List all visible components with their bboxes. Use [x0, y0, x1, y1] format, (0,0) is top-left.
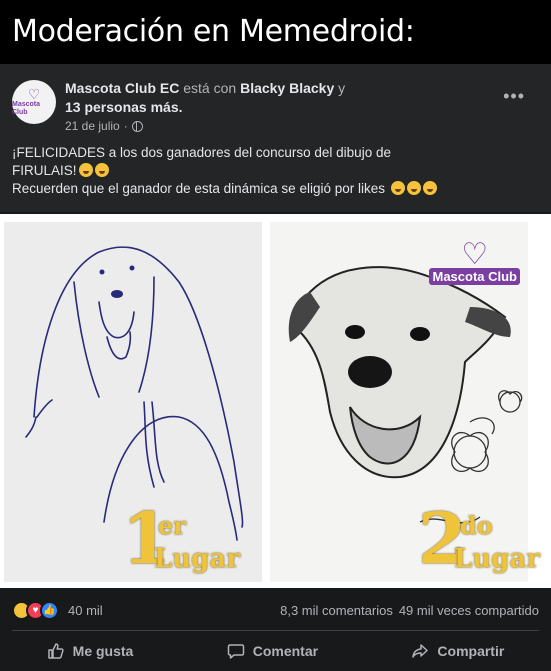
first-place-drawing: 1 er Lugar [4, 222, 262, 582]
comments-count[interactable]: 8,3 mil comentarios [280, 603, 393, 618]
avatar-logo-text: Mascota Club [12, 101, 41, 116]
like-button[interactable]: Me gusta [47, 642, 134, 660]
and-text: y [338, 80, 346, 96]
post-text-line-1: ¡FELICIDADES a los dos ganadores del con… [12, 145, 391, 160]
post-header: ♡ Mascota Club Mascota Club EC está con … [0, 64, 551, 212]
engagement-stats: 8,3 mil comentarios 49 mil veces compart… [280, 603, 539, 618]
facebook-post: ♡ Mascota Club Mascota Club EC está con … [0, 64, 551, 671]
heart-watermark-icon: ♡ [461, 238, 489, 271]
meta-separator: · [123, 119, 128, 133]
post-date[interactable]: 21 de julio [65, 119, 120, 133]
post-meta: 21 de julio · [65, 119, 143, 133]
share-button[interactable]: Compartir [411, 642, 504, 660]
like-reaction-icon: 👍 [40, 600, 59, 620]
second-place-label: Lugar [454, 544, 540, 574]
second-place-suffix: do [460, 511, 493, 540]
share-label: Compartir [437, 643, 505, 659]
comment-label: Comentar [252, 643, 319, 659]
thumbs-up-icon [47, 643, 64, 659]
laughing-emoji-icon [390, 181, 405, 195]
watermark-text: Mascota Club [429, 268, 520, 285]
laughing-emoji-icon [406, 181, 421, 195]
globe-icon [131, 120, 143, 132]
comment-button[interactable]: Comentar [227, 642, 318, 660]
with-text: está con [183, 80, 237, 96]
post-text-line-2: FIRULAIS! [12, 163, 77, 178]
first-place-suffix: er [158, 511, 186, 540]
reaction-icons[interactable]: ♥ 👍 [12, 600, 59, 620]
heart-logo-icon: ♡ [27, 86, 41, 102]
like-label: Me gusta [72, 643, 134, 659]
page-avatar[interactable]: ♡ Mascota Club [12, 80, 56, 124]
laughing-emoji-icon [422, 181, 437, 195]
share-arrow-icon [412, 644, 429, 658]
others-link[interactable]: 13 personas más. [65, 99, 183, 115]
post-author-line: Mascota Club EC está con Blacky Blacky y… [65, 79, 485, 117]
second-place-drawing: ♡ Mascota Club 2 do Lugar [270, 222, 540, 582]
laughing-emoji-icon [78, 163, 93, 177]
post-text-line-3: Recuerden que el ganador de esta dinámic… [12, 181, 385, 196]
meme-caption: Moderación en Memedroid: [12, 13, 415, 49]
shares-count[interactable]: 49 mil veces compartido [399, 603, 539, 618]
post-actions: Me gusta Comentar Compartir [0, 631, 551, 671]
post-photo[interactable]: 1 er Lugar ♡ Mascota Club 2 do Lugar [0, 214, 551, 588]
post-text: ¡FELICIDADES a los dos ganadores del con… [12, 144, 537, 198]
first-place-label: Lugar [154, 544, 240, 574]
post-stats: ♥ 👍 40 mil 8,3 mil comentarios 49 mil ve… [12, 599, 539, 621]
page-name-link[interactable]: Mascota Club EC [65, 80, 179, 96]
watermark: ♡ Mascota Club [429, 238, 520, 285]
more-options-button[interactable]: ••• [503, 86, 525, 107]
meme-caption-bar: Moderación en Memedroid: [0, 0, 551, 62]
laughing-emoji-icon [94, 163, 109, 177]
tagged-user-link[interactable]: Blacky Blacky [240, 80, 334, 96]
comment-icon [227, 644, 244, 659]
reaction-count[interactable]: 40 mil [68, 603, 103, 618]
